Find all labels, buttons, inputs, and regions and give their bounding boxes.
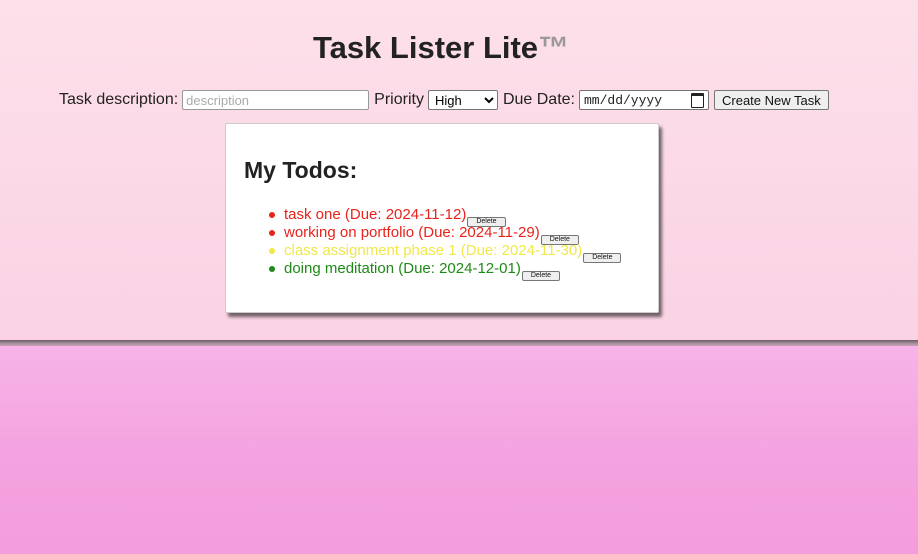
delete-button[interactable]: Delete	[521, 271, 561, 281]
due-date-input[interactable]: mm/dd/yyyy	[579, 90, 709, 110]
todo-list-card: My Todos: task one (Due: 2024-11-12) Dele…	[225, 123, 659, 313]
description-label: Task description:	[59, 91, 179, 108]
due-date-placeholder: mm/dd/yyyy	[584, 92, 663, 108]
bullet-icon	[269, 230, 275, 236]
todo-item: doing meditation (Due: 2024-12-01) Delete	[266, 260, 621, 281]
todo-heading: My Todos:	[244, 157, 358, 183]
trademark-symbol: ™	[538, 30, 570, 65]
bullet-icon	[269, 266, 275, 272]
bullet-icon	[269, 248, 275, 254]
page-title-text: Task Lister Lite	[312, 30, 539, 65]
calendar-icon[interactable]	[691, 92, 704, 108]
todo-item-text: class assignment phase 1 (Due: 2024-11-3…	[284, 242, 583, 259]
todo-list: task one (Due: 2024-11-12) Delete working…	[266, 206, 622, 281]
footer-background	[0, 346, 918, 554]
priority-label: Priority	[374, 91, 424, 108]
description-input[interactable]	[182, 90, 370, 110]
create-task-form: Task description: Priority High Due Date…	[59, 90, 829, 110]
todo-item-text: doing meditation (Due: 2024-12-01)	[284, 260, 521, 277]
create-task-button[interactable]: Create New Task	[714, 90, 829, 110]
todo-item-text: task one (Due: 2024-11-12)	[284, 206, 467, 223]
todo-item: task one (Due: 2024-11-12) Delete	[266, 206, 621, 227]
todo-item: class assignment phase 1 (Due: 2024-11-3…	[266, 242, 622, 263]
page-title: Task Lister Lite™	[0, 30, 882, 66]
todo-item: working on portfolio (Due: 2024-11-29) De…	[266, 224, 621, 245]
todo-item-text: working on portfolio (Due: 2024-11-29)	[284, 224, 540, 241]
priority-select[interactable]: High	[427, 90, 498, 110]
bullet-icon	[269, 212, 275, 218]
due-date-label: Due Date:	[502, 91, 575, 108]
